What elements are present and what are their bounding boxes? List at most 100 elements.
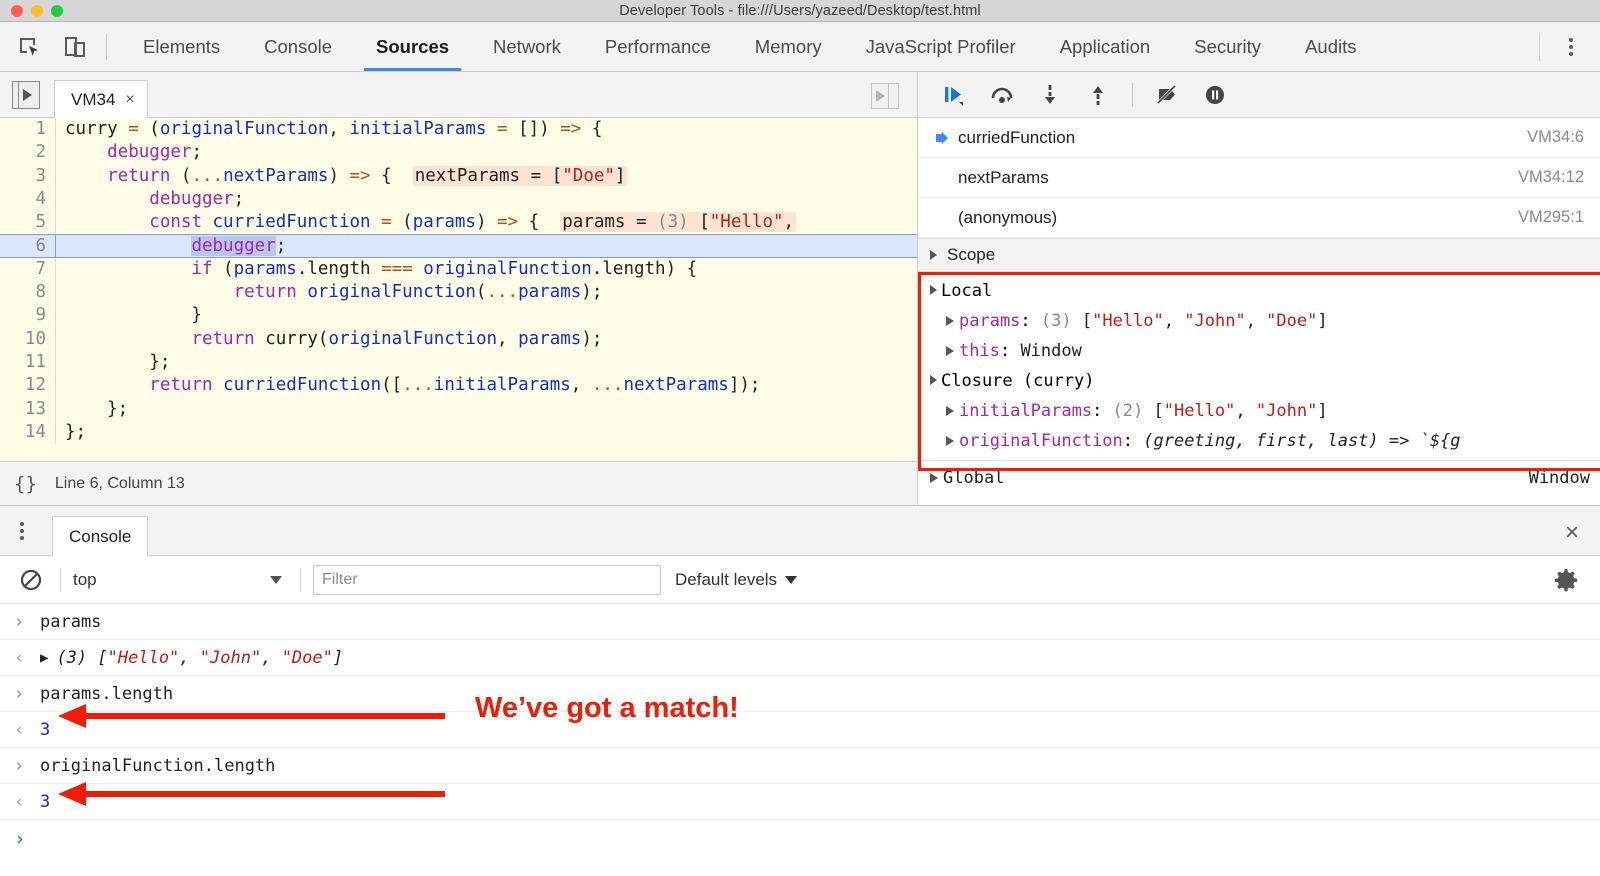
console-settings-gear-icon[interactable] bbox=[1546, 567, 1586, 593]
close-icon[interactable]: × bbox=[125, 91, 134, 109]
device-toolbar-icon[interactable] bbox=[58, 31, 92, 63]
code-line[interactable]: 2 debugger; bbox=[0, 141, 917, 165]
console-toolbar-divider-2 bbox=[300, 567, 301, 592]
line-number[interactable]: 1 bbox=[0, 118, 56, 142]
close-icon[interactable]: × bbox=[1544, 511, 1600, 555]
devtools-tab-bar: Elements Console Sources Network Perform… bbox=[0, 22, 1600, 72]
line-number[interactable]: 6 bbox=[0, 235, 56, 257]
clear-console-icon[interactable] bbox=[14, 567, 48, 593]
tab-security[interactable]: Security bbox=[1172, 22, 1283, 71]
call-stack-row[interactable]: nextParams VM34:12 bbox=[918, 158, 1600, 198]
console-output-marker-icon: ‹ bbox=[14, 647, 25, 668]
resume-script-icon[interactable] bbox=[932, 78, 976, 112]
expand-object-icon[interactable]: ▶ bbox=[40, 650, 48, 666]
scope-property[interactable]: this: Window bbox=[918, 336, 1600, 366]
line-number[interactable]: 4 bbox=[0, 187, 56, 212]
line-number[interactable]: 7 bbox=[0, 257, 56, 282]
tab-memory[interactable]: Memory bbox=[733, 22, 844, 71]
step-into-icon[interactable] bbox=[1028, 78, 1072, 112]
console-drawer: Console × top Default levels bbox=[0, 505, 1600, 876]
line-number[interactable]: 10 bbox=[0, 327, 56, 351]
chevron-right-icon[interactable] bbox=[946, 436, 954, 446]
tab-audits[interactable]: Audits bbox=[1283, 22, 1378, 71]
chevron-down-icon[interactable] bbox=[930, 285, 937, 295]
scope-property[interactable]: params: (3) ["Hello", "John", "Doe"] bbox=[918, 306, 1600, 336]
tab-console[interactable]: Console bbox=[242, 22, 354, 71]
console-input-row[interactable]: › params.length bbox=[0, 676, 1600, 712]
filter-input[interactable] bbox=[313, 564, 661, 595]
code-line[interactable]: 13 }; bbox=[0, 397, 917, 421]
tab-application[interactable]: Application bbox=[1038, 22, 1173, 71]
drawer-tab-console[interactable]: Console bbox=[52, 516, 149, 556]
chevron-down-icon[interactable] bbox=[930, 375, 937, 385]
deactivate-breakpoints-icon[interactable] bbox=[1145, 78, 1189, 112]
console-input-marker-icon: › bbox=[14, 611, 25, 632]
console-messages[interactable]: › params ‹ ▶ (3) ["Hello", "John", "Doe"] › pa… bbox=[0, 604, 1600, 876]
line-number[interactable]: 5 bbox=[0, 211, 56, 235]
scope-property[interactable]: originalFunction: (greeting, first, last… bbox=[918, 426, 1600, 456]
code-line[interactable]: 11 }; bbox=[0, 350, 917, 375]
code-text: return curry(originalFunction, params); bbox=[191, 328, 603, 349]
pause-on-exceptions-icon[interactable] bbox=[1193, 78, 1237, 112]
console-output-row[interactable]: ‹ 3 bbox=[0, 712, 1600, 748]
show-navigator-icon[interactable] bbox=[12, 81, 40, 109]
tab-sources[interactable]: Sources bbox=[354, 22, 471, 71]
scope-tree[interactable]: Local params: (3) ["Hello", "John", "Doe"… bbox=[918, 272, 1600, 460]
console-output-row[interactable]: ‹ ▶ (3) ["Hello", "John", "Doe"] bbox=[0, 640, 1600, 676]
code-line[interactable]: 3 return (...nextParams) => { nextParams… bbox=[0, 164, 917, 188]
console-input-row[interactable]: › originalFunction.length bbox=[0, 748, 1600, 784]
code-line[interactable]: 10 return curry(originalFunction, params… bbox=[0, 327, 917, 351]
call-stack-row[interactable]: curriedFunction VM34:6 bbox=[918, 118, 1600, 158]
file-tab-vm34[interactable]: VM34 × bbox=[54, 80, 148, 118]
more-options-kebab-icon[interactable] bbox=[1550, 30, 1592, 64]
code-line[interactable]: 4 debugger; bbox=[0, 187, 917, 212]
line-number[interactable]: 8 bbox=[0, 281, 56, 305]
code-line[interactable]: 8 return originalFunction(...params); bbox=[0, 281, 917, 305]
tab-network[interactable]: Network bbox=[471, 22, 583, 71]
code-line[interactable]: 6 debugger; bbox=[0, 234, 917, 258]
step-out-icon[interactable] bbox=[1076, 78, 1120, 112]
code-line[interactable]: 7 if (params.length === originalFunction… bbox=[0, 257, 917, 282]
tab-performance[interactable]: Performance bbox=[583, 22, 733, 71]
line-number[interactable]: 9 bbox=[0, 304, 56, 328]
scope-global-row[interactable]: Global Window bbox=[918, 460, 1600, 494]
line-number[interactable]: 11 bbox=[0, 350, 56, 375]
chevron-down-icon bbox=[270, 575, 282, 584]
tab-javascript-profiler[interactable]: JavaScript Profiler bbox=[844, 22, 1038, 71]
call-stack-row[interactable]: (anonymous) VM295:1 bbox=[918, 198, 1600, 238]
show-debugger-sidebar-icon[interactable] bbox=[871, 83, 899, 109]
line-number[interactable]: 14 bbox=[0, 420, 56, 445]
scope-group[interactable]: Closure (curry) bbox=[918, 366, 1600, 396]
execution-context-select[interactable]: top bbox=[73, 570, 288, 590]
code-text: }; bbox=[65, 398, 129, 419]
line-number[interactable]: 2 bbox=[0, 141, 56, 165]
code-line[interactable]: 14}; bbox=[0, 420, 917, 445]
tab-elements[interactable]: Elements bbox=[121, 22, 242, 71]
scope-property[interactable]: initialParams: (2) ["Hello", "John"] bbox=[918, 396, 1600, 426]
drawer-more-options-icon[interactable] bbox=[0, 511, 44, 551]
tab-bar-right bbox=[1529, 22, 1600, 71]
code-line[interactable]: 12 return curriedFunction([...initialPar… bbox=[0, 374, 917, 398]
scope-section-header[interactable]: Scope bbox=[918, 238, 1600, 272]
line-number[interactable]: 13 bbox=[0, 397, 56, 421]
console-output-row[interactable]: ‹ 3 bbox=[0, 784, 1600, 820]
pretty-print-braces-icon[interactable]: {} bbox=[14, 473, 37, 495]
log-levels-select[interactable]: Default levels bbox=[675, 570, 798, 590]
chevron-right-icon[interactable] bbox=[946, 406, 954, 416]
inspect-element-icon[interactable] bbox=[12, 31, 46, 63]
code-line[interactable]: 9 } bbox=[0, 304, 917, 328]
scope-separator: : bbox=[1122, 431, 1144, 451]
scope-property-value: ] bbox=[1317, 401, 1328, 421]
line-number[interactable]: 12 bbox=[0, 374, 56, 398]
code-editor[interactable]: 1 curry = (originalFunction, initialParam… bbox=[0, 118, 917, 461]
chevron-right-icon[interactable] bbox=[946, 316, 954, 326]
console-prompt[interactable]: › bbox=[0, 820, 1600, 858]
scope-group[interactable]: Local bbox=[918, 276, 1600, 306]
code-line[interactable]: 5 const curriedFunction = (params) => { … bbox=[0, 211, 917, 235]
console-input-row[interactable]: › params bbox=[0, 604, 1600, 640]
code-line[interactable]: 1 curry = (originalFunction, initialParam… bbox=[0, 118, 917, 142]
step-over-icon[interactable] bbox=[980, 78, 1024, 112]
line-number[interactable]: 3 bbox=[0, 164, 56, 188]
chevron-right-icon[interactable] bbox=[946, 346, 954, 356]
title-bar: Developer Tools - file:///Users/yazeed/D… bbox=[0, 0, 1600, 22]
